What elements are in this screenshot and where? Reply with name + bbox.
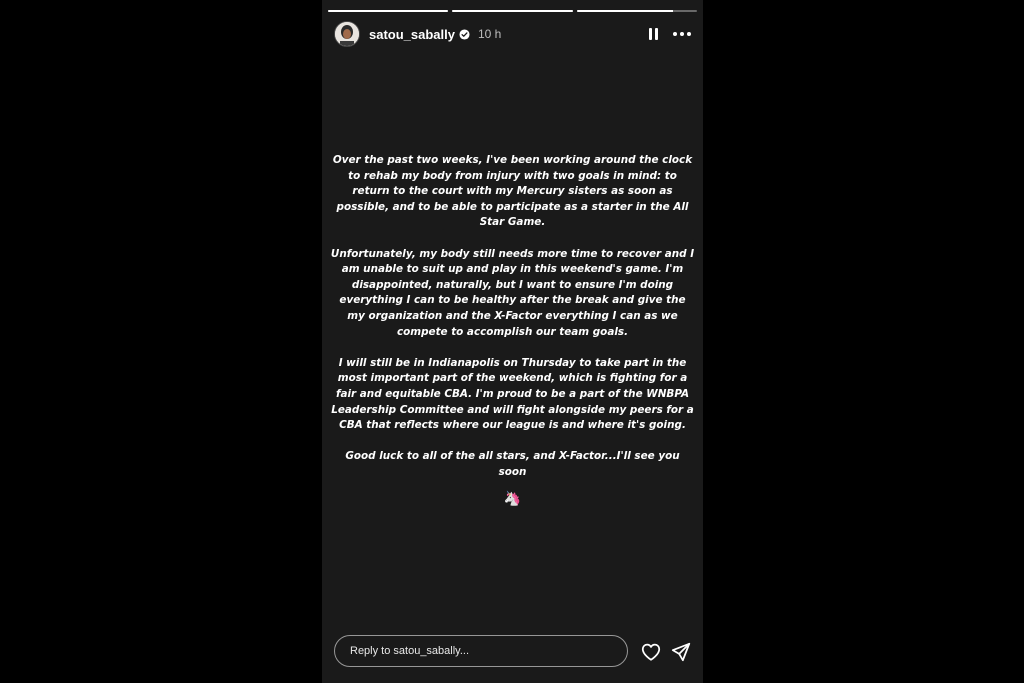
story-progress-bar [328, 10, 697, 12]
story-text: Over the past two weeks, I've been worki… [330, 153, 695, 508]
header-actions [647, 27, 691, 41]
paragraph-4: Good luck to all of the all stars, and X… [345, 450, 680, 478]
progress-fill-1 [328, 10, 449, 12]
story-header: satou_sabally 10 h [334, 21, 691, 47]
progress-fill-3 [576, 10, 673, 12]
pause-icon[interactable] [647, 27, 659, 41]
reply-input[interactable] [350, 645, 627, 657]
paragraph-1: Over the past two weeks, I've been worki… [332, 154, 693, 229]
paragraph-3: I will still be in Indianapolis on Thurs… [331, 356, 694, 432]
progress-fill-2 [452, 10, 573, 12]
story-viewer[interactable]: satou_sabally 10 h Over the past two wee… [322, 0, 703, 683]
heart-icon[interactable] [640, 641, 662, 663]
reply-field[interactable] [334, 635, 628, 667]
username[interactable]: satou_sabally [369, 27, 455, 42]
verified-badge-icon [459, 28, 470, 40]
progress-segment-3 [576, 10, 697, 12]
paragraph-2: Unfortunately, my body still needs more … [330, 247, 695, 338]
avatar[interactable] [334, 21, 360, 47]
more-icon[interactable] [673, 32, 691, 36]
progress-segment-2 [452, 10, 573, 12]
send-icon[interactable] [670, 641, 692, 663]
unicorn-emoji: 🦄 [503, 491, 522, 508]
story-footer [322, 633, 703, 683]
progress-segment-1 [328, 10, 449, 12]
page-backdrop: satou_sabally 10 h Over the past two wee… [0, 0, 1024, 683]
avatar-image [335, 22, 359, 46]
post-time: 10 h [478, 27, 502, 41]
